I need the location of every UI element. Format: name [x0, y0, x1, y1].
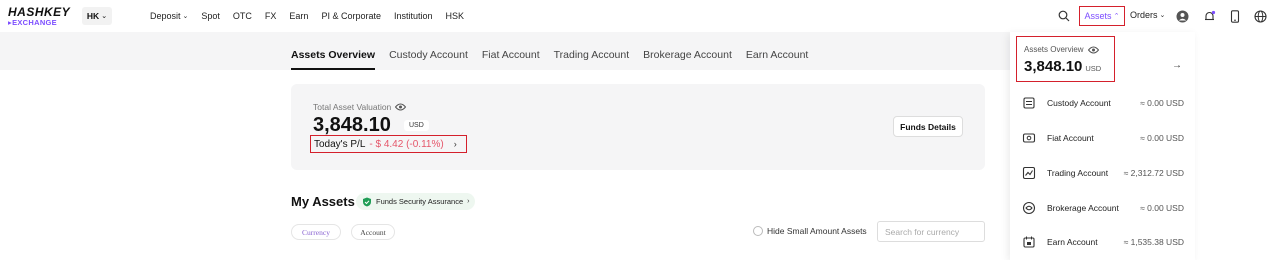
logo-subtext: ▸EXCHANGE — [8, 18, 57, 27]
currency-search-input[interactable] — [877, 221, 985, 242]
account-filter-pill[interactable]: Account — [351, 224, 395, 240]
nav-item-fx[interactable]: FX — [265, 11, 277, 21]
todays-pl[interactable]: Today's P/L - $ 4.42 (-0.11%) › — [310, 135, 467, 153]
shield-icon — [363, 197, 371, 206]
account-tabs: Assets Overview Custody Account Fiat Acc… — [291, 42, 822, 70]
funds-security-badge[interactable]: Funds Security Assurance › — [356, 193, 476, 210]
nav-menu: Deposit ⌄ Spot OTC FX Earn PI & Corporate… — [150, 0, 477, 32]
valuation-card: Total Asset Valuation 3,848.10 USD Today… — [291, 84, 985, 170]
dropdown-item-name: Trading Account — [1047, 168, 1109, 178]
nav-item-earn[interactable]: Earn — [289, 11, 308, 21]
orders-menu-label: Orders — [1130, 10, 1158, 20]
chevron-up-icon: ⌃ — [1113, 13, 1120, 20]
brokerage-icon — [1022, 201, 1036, 215]
currency-unit-badge: USD — [404, 120, 429, 131]
user-icon[interactable] — [1175, 9, 1189, 23]
my-assets-title: My Assets — [291, 194, 355, 209]
currency-filter-pill[interactable]: Currency — [291, 224, 341, 240]
earn-icon — [1023, 236, 1035, 248]
globe-icon[interactable] — [1253, 9, 1267, 23]
region-label: HK — [86, 11, 100, 21]
chevron-down-icon: ⌄ — [1159, 12, 1166, 19]
total-valuation-label: Total Asset Valuation — [313, 102, 407, 112]
dropdown-item-name: Fiat Account — [1047, 133, 1094, 143]
assets-dropdown: Assets Overview 3,848.10 USD → Custody Ac… — [1010, 32, 1195, 260]
assets-menu-button[interactable]: Assets ⌃ — [1079, 6, 1125, 26]
top-navbar: HASHKEY ▸EXCHANGE HK ⌄ Deposit ⌄ Spot OTC… — [0, 0, 1280, 32]
hide-small-label: Hide Small Amount Assets — [767, 226, 867, 236]
tab-assets-overview[interactable]: Assets Overview — [291, 42, 376, 70]
assets-menu-label: Assets — [1084, 11, 1112, 21]
dropdown-item-trading[interactable]: Trading Account ≈ 2,312.72 USD — [1010, 163, 1195, 183]
tab-earn-account[interactable]: Earn Account — [746, 42, 808, 70]
chevron-right-icon: › — [453, 139, 457, 149]
radio-icon[interactable] — [753, 226, 763, 236]
dropdown-item-brokerage[interactable]: Brokerage Account ≈ 0.00 USD — [1010, 198, 1195, 218]
dropdown-item-value: ≈ 1,535.38 USD — [1123, 237, 1184, 247]
tab-fiat-account[interactable]: Fiat Account — [482, 42, 540, 70]
tab-brokerage-account[interactable]: Brokerage Account — [643, 42, 732, 70]
search-icon[interactable] — [1057, 9, 1071, 23]
dropdown-item-name: Brokerage Account — [1047, 203, 1119, 213]
pl-value: - $ 4.42 (-0.11%) — [369, 138, 444, 150]
eye-icon[interactable] — [1087, 46, 1099, 54]
dropdown-overview-box[interactable]: Assets Overview 3,848.10 USD — [1016, 36, 1115, 82]
arrow-right-icon[interactable]: → — [1172, 60, 1182, 71]
region-selector[interactable]: HK ⌄ — [82, 7, 112, 25]
orders-menu-button[interactable]: Orders ⌄ — [1130, 10, 1165, 20]
dropdown-item-earn[interactable]: Earn Account ≈ 1,535.38 USD — [1010, 232, 1195, 252]
mobile-icon[interactable] — [1228, 9, 1242, 23]
tab-trading-account[interactable]: Trading Account — [554, 42, 630, 70]
trading-icon — [1022, 166, 1036, 180]
pl-label: Today's P/L — [314, 138, 366, 150]
tab-custody-account[interactable]: Custody Account — [389, 42, 468, 70]
chevron-right-icon: › — [467, 198, 470, 205]
dropdown-overview-label: Assets Overview — [1024, 45, 1099, 54]
fiat-icon — [1022, 133, 1036, 143]
chevron-down-icon: ⌄ — [182, 13, 189, 20]
bell-icon[interactable] — [1202, 9, 1216, 23]
dropdown-item-value: ≈ 0.00 USD — [1140, 133, 1184, 143]
nav-item-pi-corporate[interactable]: PI & Corporate — [321, 11, 381, 21]
dropdown-item-name: Earn Account — [1047, 237, 1098, 247]
nav-item-institution[interactable]: Institution — [394, 11, 433, 21]
chevron-down-icon: ⌄ — [101, 13, 108, 20]
nav-item-spot[interactable]: Spot — [201, 11, 220, 21]
logo-text: HASHKEY — [8, 5, 71, 19]
dropdown-item-name: Custody Account — [1047, 98, 1111, 108]
dropdown-overview-value: 3,848.10 USD — [1024, 58, 1102, 75]
dropdown-item-fiat[interactable]: Fiat Account ≈ 0.00 USD — [1010, 128, 1195, 148]
custody-icon — [1023, 97, 1035, 109]
nav-item-hsk[interactable]: HSK — [446, 11, 465, 21]
dropdown-item-value: ≈ 2,312.72 USD — [1123, 168, 1184, 178]
hide-small-toggle[interactable]: Hide Small Amount Assets — [753, 226, 867, 236]
dropdown-item-custody[interactable]: Custody Account ≈ 0.00 USD — [1010, 93, 1195, 113]
total-valuation-value: 3,848.10 — [313, 114, 391, 136]
dropdown-item-value: ≈ 0.00 USD — [1140, 203, 1184, 213]
logo[interactable]: HASHKEY ▸EXCHANGE — [8, 6, 70, 28]
dropdown-item-value: ≈ 0.00 USD — [1140, 98, 1184, 108]
funds-security-label: Funds Security Assurance — [376, 197, 464, 206]
nav-item-otc[interactable]: OTC — [233, 11, 252, 21]
funds-details-button[interactable]: Funds Details — [893, 116, 963, 137]
nav-item-deposit[interactable]: Deposit ⌄ — [150, 11, 188, 21]
eye-icon[interactable] — [395, 103, 407, 111]
